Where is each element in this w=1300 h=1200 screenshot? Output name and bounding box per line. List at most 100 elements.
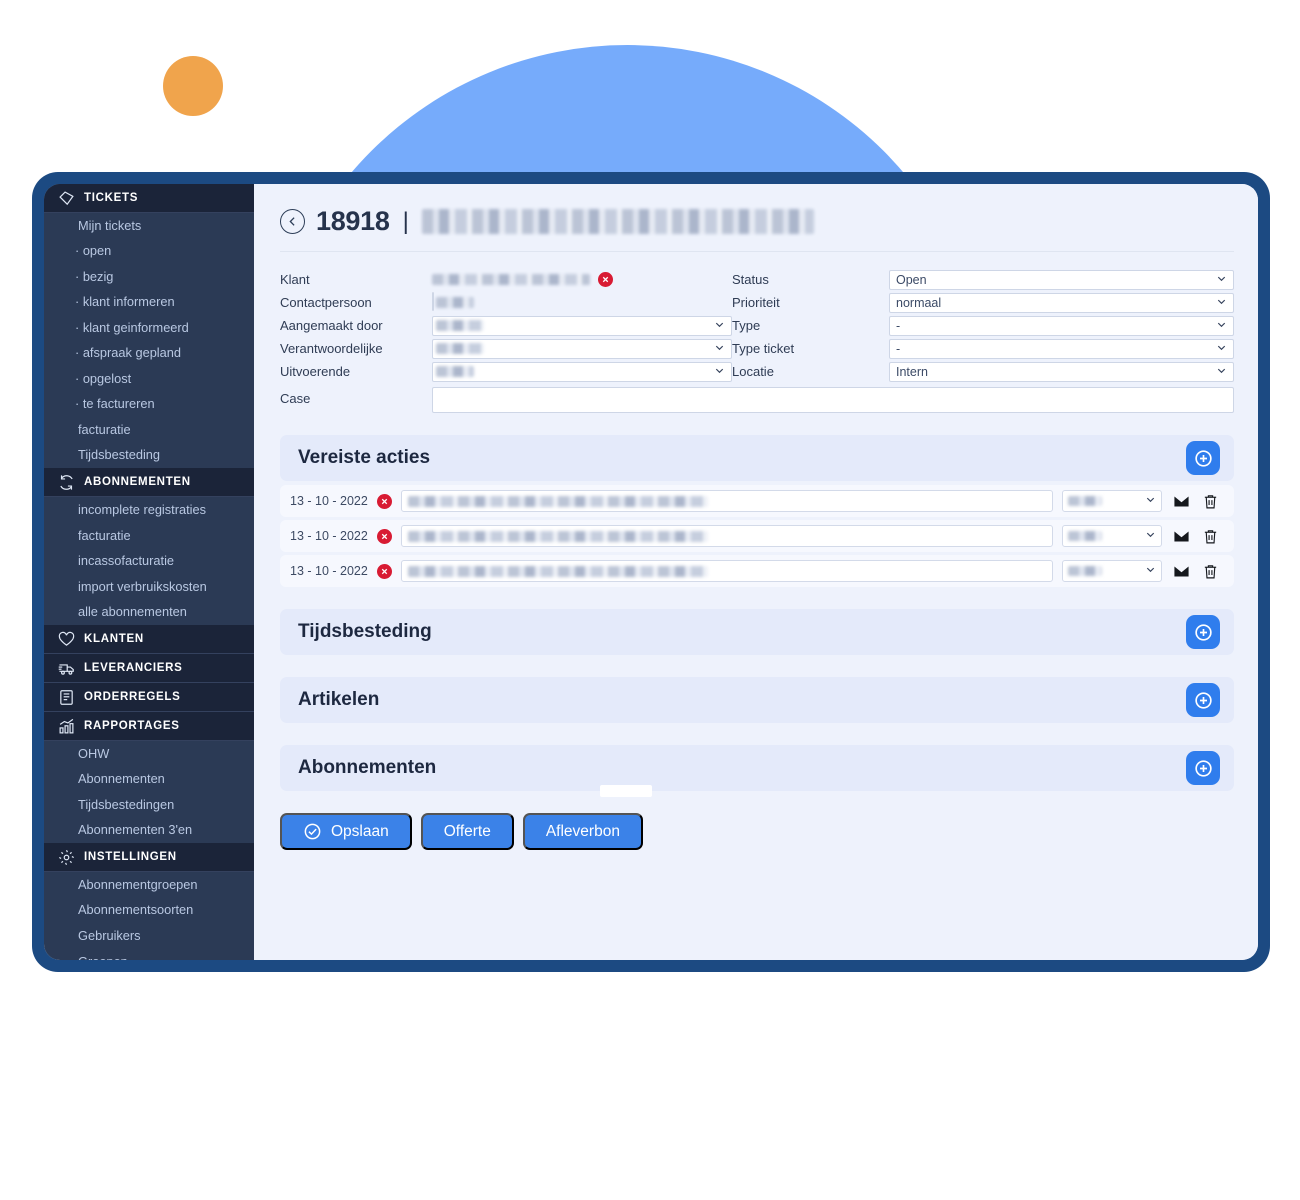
status-select[interactable]: Open bbox=[889, 269, 1234, 290]
action-remove-icon[interactable] bbox=[376, 493, 392, 509]
sidebar-item-open[interactable]: · open bbox=[44, 239, 254, 265]
sidebar-item-bezig[interactable]: · bezig bbox=[44, 264, 254, 290]
sidebar-item-abonnementsoorten[interactable]: Abonnementsoorten bbox=[44, 898, 254, 924]
aangemaakt-door-value-redacted bbox=[436, 319, 484, 331]
sidebar-group-leveranciers[interactable]: LEVERANCIERS bbox=[44, 654, 254, 684]
sidebar-group-klanten[interactable]: KLANTEN bbox=[44, 625, 254, 655]
sidebar-group-instellingen[interactable]: INSTELLINGEN bbox=[44, 843, 254, 873]
sidebar-item-te-factureren[interactable]: · te factureren bbox=[44, 392, 254, 418]
chevron-down-icon bbox=[1145, 527, 1156, 545]
sidebar-item-abonnementgroepen[interactable]: Abonnementgroepen bbox=[44, 872, 254, 898]
page-header: 18918 | bbox=[276, 206, 1234, 237]
sidebar-item-tijdsbesteding[interactable]: Tijdsbesteding bbox=[44, 443, 254, 469]
field-uitvoerende: Uitvoerende bbox=[280, 360, 732, 383]
sidebar-item-ohw[interactable]: OHW bbox=[44, 741, 254, 767]
uitvoerende-select[interactable] bbox=[432, 361, 732, 382]
add-tijdsbesteding-button[interactable] bbox=[1186, 615, 1220, 649]
sidebar-item-import-verbruikskosten[interactable]: import verbruikskosten bbox=[44, 574, 254, 600]
action-status-select[interactable] bbox=[1062, 490, 1162, 512]
sidebar-group-label: RAPPORTAGES bbox=[84, 720, 180, 733]
panel-header[interactable]: Artikelen bbox=[280, 677, 1234, 723]
sidebar-item-mijn-tickets[interactable]: Mijn tickets bbox=[44, 213, 254, 239]
action-status-select[interactable] bbox=[1062, 525, 1162, 547]
sidebar-item-facturatie[interactable]: facturatie bbox=[44, 417, 254, 443]
type-ticket-value: - bbox=[896, 341, 901, 356]
form-column-left: Klant Contactpersoon Aangemaakt door Ver… bbox=[280, 268, 732, 383]
verantwoordelijke-value-redacted bbox=[436, 342, 484, 354]
sidebar-item-incomplete-registraties[interactable]: incomplete registraties bbox=[44, 497, 254, 523]
afleverbon-button-label: Afleverbon bbox=[545, 822, 620, 840]
sidebar-navigation[interactable]: TICKETS Mijn tickets · open · bezig · kl… bbox=[44, 184, 254, 960]
panel-header[interactable]: Tijdsbesteding bbox=[280, 609, 1234, 655]
sidebar-group-orderregels[interactable]: ORDERREGELS bbox=[44, 683, 254, 713]
sidebar-item-rap-abonnementen[interactable]: Abonnementen bbox=[44, 767, 254, 793]
offerte-button[interactable]: Offerte bbox=[420, 813, 514, 850]
type-select[interactable]: - bbox=[889, 315, 1234, 336]
sidebar-group-label: LEVERANCIERS bbox=[84, 662, 183, 675]
case-textarea[interactable] bbox=[432, 387, 1234, 413]
sidebar-item-gebruikers[interactable]: Gebruikers bbox=[44, 923, 254, 949]
back-chevron-icon[interactable] bbox=[280, 209, 305, 234]
gear-icon bbox=[58, 849, 75, 866]
save-button-label: Opslaan bbox=[331, 822, 389, 840]
form-column-right: Status Open Prioriteit normaal Type - Ty… bbox=[732, 268, 1234, 383]
type-ticket-select[interactable]: - bbox=[889, 338, 1234, 359]
field-label: Locatie bbox=[732, 364, 774, 379]
envelope-icon[interactable] bbox=[1171, 493, 1191, 510]
sidebar-item-klant-geinformeerd[interactable]: · klant geinformeerd bbox=[44, 315, 254, 341]
field-contactpersoon: Contactpersoon bbox=[280, 291, 732, 314]
sidebar-item-klant-informeren[interactable]: · klant informeren bbox=[44, 290, 254, 316]
contactpersoon-input[interactable] bbox=[432, 291, 434, 311]
sidebar-group-rapportages[interactable]: RAPPORTAGES bbox=[44, 712, 254, 742]
add-abonnement-button[interactable] bbox=[1186, 751, 1220, 785]
klant-value-redacted bbox=[432, 274, 590, 285]
panel-title: Tijdsbesteding bbox=[298, 621, 432, 642]
locatie-select[interactable]: Intern bbox=[889, 361, 1234, 382]
sidebar-group-label: TICKETS bbox=[84, 192, 139, 204]
decorative-white-strip bbox=[600, 785, 652, 797]
sidebar-group-label: KLANTEN bbox=[84, 633, 144, 646]
add-vereiste-actie-button[interactable] bbox=[1186, 441, 1220, 475]
sidebar-item-groepen[interactable]: Groepen bbox=[44, 949, 254, 960]
trash-icon[interactable] bbox=[1200, 528, 1220, 545]
sidebar-item-afspraak-gepland[interactable]: · afspraak gepland bbox=[44, 341, 254, 367]
trash-icon[interactable] bbox=[1200, 563, 1220, 580]
sidebar-item-alle-abonnementen[interactable]: alle abonnementen bbox=[44, 600, 254, 626]
action-text-input[interactable] bbox=[400, 525, 1053, 547]
panel-header[interactable]: Abonnementen bbox=[280, 745, 1234, 791]
action-text-input[interactable] bbox=[400, 490, 1053, 512]
save-button[interactable]: Opslaan bbox=[280, 813, 412, 850]
sidebar-item-incassofacturatie[interactable]: incassofacturatie bbox=[44, 549, 254, 575]
field-locatie: Locatie Intern bbox=[732, 360, 1234, 383]
action-status-select[interactable] bbox=[1062, 560, 1162, 582]
chevron-down-icon bbox=[1216, 296, 1227, 310]
chevron-down-icon bbox=[1216, 365, 1227, 379]
action-text-input[interactable] bbox=[400, 560, 1053, 582]
sidebar-item-abonnementen-3en[interactable]: Abonnementen 3'en bbox=[44, 818, 254, 844]
sidebar-group-tickets[interactable]: TICKETS bbox=[44, 184, 254, 213]
envelope-icon[interactable] bbox=[1171, 563, 1191, 580]
panel-header[interactable]: Vereiste acties bbox=[280, 435, 1234, 481]
sidebar-group-abonnementen[interactable]: ABONNEMENTEN bbox=[44, 468, 254, 498]
action-remove-icon[interactable] bbox=[376, 563, 392, 579]
klant-error-icon[interactable] bbox=[598, 272, 613, 287]
action-remove-icon[interactable] bbox=[376, 528, 392, 544]
chevron-down-icon bbox=[714, 342, 725, 356]
chevron-down-icon bbox=[1216, 319, 1227, 333]
truck-icon bbox=[58, 660, 75, 677]
sidebar-item-tijdsbestedingen[interactable]: Tijdsbestedingen bbox=[44, 792, 254, 818]
field-label: Status bbox=[732, 272, 769, 287]
app-window: TICKETS Mijn tickets · open · bezig · kl… bbox=[44, 184, 1258, 960]
trash-icon[interactable] bbox=[1200, 493, 1220, 510]
sidebar-group-label: ABONNEMENTEN bbox=[84, 476, 191, 489]
prioriteit-select[interactable]: normaal bbox=[889, 292, 1234, 313]
sidebar-item-abo-facturatie[interactable]: facturatie bbox=[44, 523, 254, 549]
panel-abonnementen: Abonnementen bbox=[276, 745, 1234, 791]
afleverbon-button[interactable]: Afleverbon bbox=[522, 813, 643, 850]
sidebar-item-opgelost[interactable]: · opgelost bbox=[44, 366, 254, 392]
envelope-icon[interactable] bbox=[1171, 528, 1191, 545]
action-text-redacted bbox=[407, 531, 708, 542]
device-frame: TICKETS Mijn tickets · open · bezig · kl… bbox=[32, 172, 1270, 972]
add-artikel-button[interactable] bbox=[1186, 683, 1220, 717]
decorative-orange-circle bbox=[163, 56, 223, 116]
